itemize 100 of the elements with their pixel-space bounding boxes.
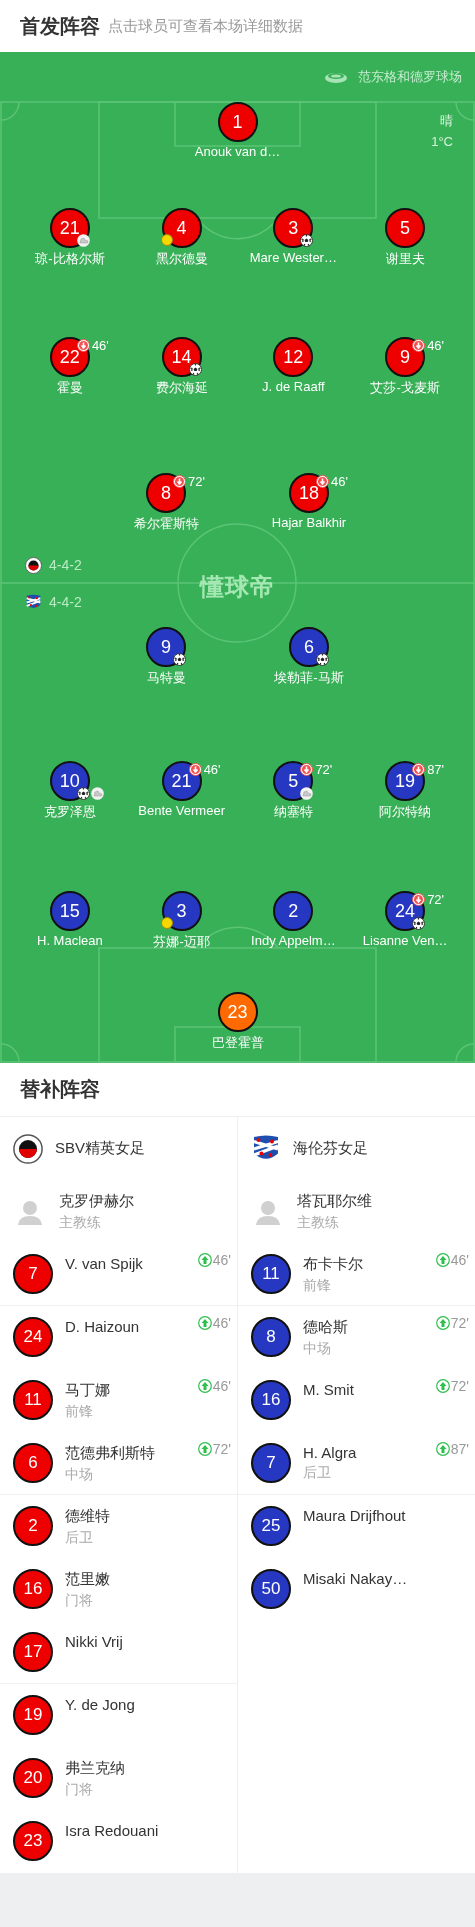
player-number[interactable]: 6 bbox=[13, 1443, 53, 1483]
team-logo-icon bbox=[13, 1133, 43, 1164]
player-name[interactable]: 阿尔特纳 bbox=[379, 803, 432, 821]
player-name[interactable]: Maura Drijfhout bbox=[303, 1507, 406, 1524]
pitch-logo: 懂球帝 bbox=[200, 572, 275, 602]
player-name[interactable]: V. van Spijk bbox=[65, 1255, 143, 1272]
player-name[interactable]: M. Smit bbox=[303, 1381, 354, 1398]
player-name[interactable]: 纳塞特 bbox=[273, 803, 313, 821]
player-name[interactable]: Y. de Jong bbox=[65, 1696, 135, 1713]
player-name[interactable]: 范里嫩 bbox=[65, 1570, 110, 1589]
player-number[interactable]: 21 bbox=[161, 761, 202, 801]
player-name[interactable]: 埃勒菲-马斯 bbox=[274, 669, 344, 687]
player-number[interactable]: 14 bbox=[161, 337, 202, 377]
player-position: 门将 bbox=[65, 1592, 94, 1610]
player-name[interactable]: 黑尔德曼 bbox=[155, 250, 208, 268]
player-name[interactable]: 德哈斯 bbox=[303, 1318, 348, 1337]
player-number[interactable]: 5 bbox=[385, 208, 426, 248]
player-number[interactable]: 11 bbox=[13, 1380, 53, 1420]
substitution-out-icon bbox=[412, 893, 426, 906]
player-name[interactable]: 霍曼 bbox=[56, 379, 83, 397]
player-name[interactable]: Bente Vermeer bbox=[138, 803, 225, 818]
player-number[interactable]: 10 bbox=[49, 761, 90, 801]
section-title: 替补阵容 bbox=[20, 1077, 100, 1102]
substitution-minute: 46' bbox=[212, 1252, 231, 1268]
substitution-minute: 87' bbox=[450, 1441, 469, 1457]
player-name[interactable]: H. Maclean bbox=[37, 933, 103, 948]
player-number[interactable]: 8 bbox=[251, 1317, 291, 1357]
substitution-out-icon bbox=[188, 763, 202, 776]
player-name[interactable]: 马特曼 bbox=[146, 669, 186, 687]
substitution-out-icon bbox=[412, 763, 426, 776]
substitution-out-icon bbox=[300, 763, 314, 776]
player-name[interactable]: 艾莎-戈麦斯 bbox=[370, 379, 440, 397]
player-number[interactable]: 6 bbox=[289, 627, 329, 667]
player-number[interactable]: 9 bbox=[385, 337, 426, 377]
player-name[interactable]: Indy Appelm… bbox=[251, 933, 336, 948]
player-name[interactable]: 芬娜-迈耶 bbox=[153, 933, 210, 951]
player-number[interactable]: 2 bbox=[13, 1506, 53, 1546]
player-position: 门将 bbox=[65, 1781, 94, 1799]
substitution-out-icon bbox=[173, 475, 186, 488]
player-name[interactable]: D. Haizoun bbox=[65, 1318, 140, 1335]
player-number[interactable]: 11 bbox=[251, 1254, 291, 1294]
player-number[interactable]: 24 bbox=[13, 1317, 53, 1357]
substitution-out-icon bbox=[76, 339, 90, 352]
substitution-in-icon bbox=[435, 1442, 450, 1456]
player-number[interactable]: 20 bbox=[13, 1758, 53, 1798]
stadium-icon bbox=[324, 70, 348, 84]
player-number[interactable]: 19 bbox=[13, 1695, 53, 1735]
player-name[interactable]: 琼-比格尔斯 bbox=[35, 250, 105, 268]
player-number[interactable]: 12 bbox=[273, 337, 314, 377]
player-number[interactable]: 7 bbox=[13, 1254, 53, 1294]
player-number[interactable]: 23 bbox=[217, 992, 258, 1032]
player-number[interactable]: 17 bbox=[13, 1632, 53, 1672]
player-name[interactable]: Anouk van d… bbox=[194, 144, 281, 159]
player-name[interactable]: 费尔海延 bbox=[155, 379, 208, 397]
player-number[interactable]: 21 bbox=[49, 208, 90, 248]
substitution-minute: 72' bbox=[212, 1441, 231, 1457]
coach-name[interactable]: 克罗伊赫尔 bbox=[59, 1191, 134, 1211]
player-number[interactable]: 18 bbox=[289, 473, 329, 513]
player-number[interactable]: 25 bbox=[251, 1506, 291, 1546]
player-number[interactable]: 9 bbox=[146, 627, 186, 667]
player-name[interactable]: 克罗泽恩 bbox=[43, 803, 96, 821]
player-name[interactable]: J. de Raaff bbox=[262, 379, 325, 394]
player-name[interactable]: 德维特 bbox=[65, 1507, 110, 1526]
player-name[interactable]: 马丁娜 bbox=[65, 1381, 110, 1400]
substitution-in-icon bbox=[197, 1442, 212, 1456]
player-position: 中场 bbox=[65, 1466, 94, 1484]
substitution-minute: 46' bbox=[427, 338, 445, 353]
player-number[interactable]: 19 bbox=[385, 761, 426, 801]
player-number[interactable]: 4 bbox=[161, 208, 202, 248]
player-name[interactable]: Isra Redouani bbox=[65, 1822, 159, 1839]
player-name[interactable]: Nikki Vrij bbox=[65, 1633, 123, 1650]
player-name[interactable]: Hajar Balkhir bbox=[271, 515, 347, 530]
player-name[interactable]: 范德弗利斯特 bbox=[65, 1444, 155, 1463]
substitution-minute: 46' bbox=[212, 1378, 231, 1394]
player-name[interactable]: Lisanne Ven… bbox=[362, 933, 448, 948]
section-title: 首发阵容 bbox=[20, 13, 100, 39]
player-number[interactable]: 3 bbox=[161, 891, 202, 931]
substitution-in-icon bbox=[197, 1316, 212, 1330]
player-number[interactable]: 1 bbox=[217, 102, 258, 142]
player-name[interactable]: H. Algra bbox=[303, 1444, 357, 1461]
coach-name[interactable]: 塔瓦耶尔维 bbox=[297, 1191, 372, 1211]
player-number[interactable]: 3 bbox=[273, 208, 314, 248]
player-name[interactable]: 谢里夫 bbox=[385, 250, 425, 268]
player-name[interactable]: Mare Wester… bbox=[249, 250, 337, 265]
substitution-in-icon bbox=[435, 1316, 450, 1330]
player-number[interactable]: 7 bbox=[251, 1443, 291, 1483]
player-number[interactable]: 8 bbox=[146, 473, 186, 513]
substitution-in-icon bbox=[197, 1253, 212, 1267]
player-number[interactable]: 2 bbox=[273, 891, 314, 931]
player-number[interactable]: 15 bbox=[49, 891, 90, 931]
player-name[interactable]: 希尔霍斯特 bbox=[133, 515, 199, 533]
player-number[interactable]: 16 bbox=[251, 1380, 291, 1420]
player-number[interactable]: 22 bbox=[49, 337, 90, 377]
player-name[interactable]: 弗兰克纳 bbox=[65, 1759, 125, 1778]
player-number[interactable]: 16 bbox=[13, 1569, 53, 1609]
player-name[interactable]: 布卡卡尔 bbox=[303, 1255, 363, 1274]
substitution-minute: 46' bbox=[450, 1252, 469, 1268]
player-name[interactable]: Misaki Nakay… bbox=[303, 1570, 408, 1587]
player-number[interactable]: 23 bbox=[13, 1821, 53, 1861]
player-number[interactable]: 50 bbox=[251, 1569, 291, 1609]
